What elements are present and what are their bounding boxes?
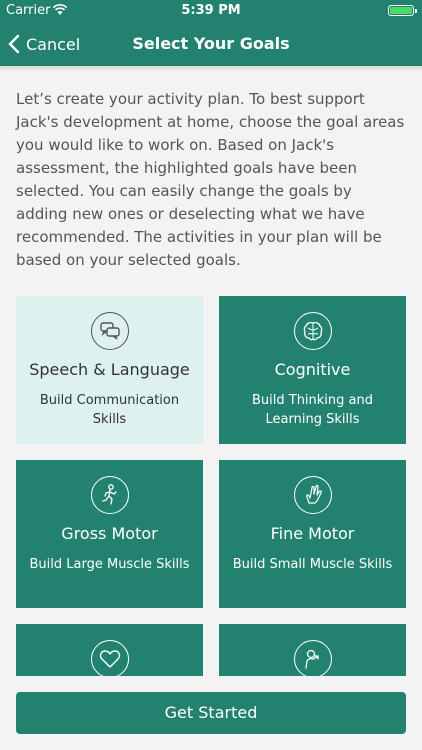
- running-figure-icon: [90, 476, 129, 514]
- goal-card-social-emotional[interactable]: [16, 624, 203, 676]
- navigation-bar: Cancel Select Your Goals: [0, 22, 422, 66]
- get-started-button[interactable]: Get Started: [16, 692, 406, 734]
- speech-bubbles-icon: [90, 312, 129, 350]
- battery-icon: [388, 5, 417, 16]
- goal-title: Fine Motor: [270, 524, 355, 543]
- hand-icon: [293, 476, 332, 514]
- heart-icon: [90, 640, 129, 676]
- goal-card-self-help[interactable]: [219, 624, 406, 676]
- goal-subtitle: Build Thinking and Learning Skills: [251, 393, 374, 427]
- goal-card-cognitive[interactable]: Cognitive Build Thinking and Learning Sk…: [219, 296, 406, 444]
- goal-card-gross-motor[interactable]: Gross Motor Build Large Muscle Skills: [16, 460, 203, 608]
- goal-title: Speech & Language: [29, 360, 190, 379]
- person-icon: [293, 640, 332, 676]
- goal-card-fine-motor[interactable]: Fine Motor Build Small Muscle Skills: [219, 460, 406, 608]
- goals-grid: Speech & Language Build Communication Sk…: [16, 296, 406, 676]
- status-time: 5:39 PM: [181, 3, 241, 18]
- goal-subtitle: Build Communication Skills: [39, 393, 180, 427]
- goal-title: Cognitive: [274, 360, 351, 379]
- goal-card-speech-language[interactable]: Speech & Language Build Communication Sk…: [16, 296, 203, 444]
- brain-icon: [293, 312, 332, 350]
- goal-title: Gross Motor: [61, 524, 158, 543]
- nav-shadow: [0, 66, 422, 72]
- bottom-bar: Get Started: [0, 676, 422, 750]
- page-title: Select Your Goals: [132, 34, 290, 53]
- goal-subtitle: Build Large Muscle Skills: [29, 557, 190, 572]
- intro-text: Let’s create your activity plan. To best…: [16, 90, 405, 269]
- status-bar: Carrier 5:39 PM: [0, 0, 422, 22]
- goal-subtitle: Build Small Muscle Skills: [232, 557, 393, 572]
